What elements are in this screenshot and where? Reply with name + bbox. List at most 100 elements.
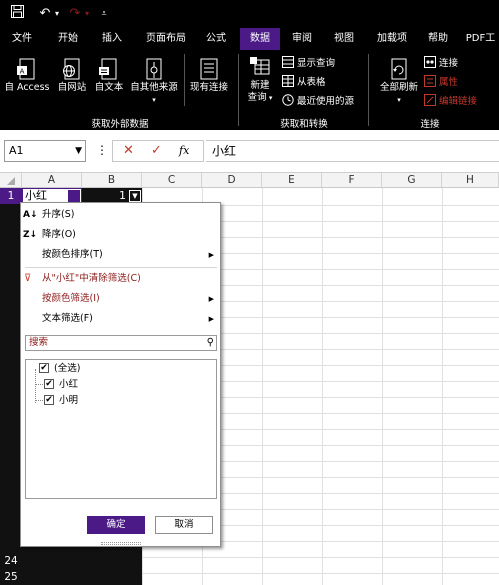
filter-dropdown-icon[interactable]: ▼ [129, 190, 141, 202]
group-label-get-transform: 获取和转换 [280, 119, 328, 130]
properties-button[interactable]: 属性 [424, 75, 458, 91]
title-bar: ↶ ▾ ↷ ▾ ⩡ [0, 0, 499, 28]
tab-review[interactable]: 审阅 [284, 28, 320, 50]
undo-dropdown-icon[interactable]: ▾ [52, 5, 62, 23]
redo-dropdown-icon[interactable]: ▾ [82, 5, 92, 23]
tab-page-layout[interactable]: 页面布局 [138, 28, 194, 50]
tab-file[interactable]: 文件 [4, 28, 40, 50]
enter-icon[interactable]: ✓ [151, 143, 162, 158]
new-query-button[interactable]: 新建 查询 ▾ [242, 56, 278, 104]
column-header[interactable]: C [142, 173, 202, 188]
name-box[interactable]: A1 ▼ [4, 140, 86, 162]
row-header[interactable]: 24 [0, 553, 22, 569]
properties-icon [424, 75, 436, 87]
from-other-sources-button[interactable]: 自其他来源 ▾ [126, 58, 182, 106]
show-queries-button[interactable]: 显示查询 [282, 56, 335, 72]
connections-button[interactable]: 连接 [424, 56, 458, 72]
tab-addins[interactable]: 加载项 [370, 28, 414, 50]
sort-asc-icon: A↓ [23, 210, 38, 220]
from-access-button[interactable]: A 自 Access [4, 58, 50, 94]
show-queries-icon [282, 56, 294, 68]
column-header[interactable]: A [22, 173, 82, 188]
checkbox-item[interactable]: ✔ [44, 395, 54, 405]
insert-function-icon[interactable]: fx [179, 144, 189, 157]
hidden-dark-cells [22, 547, 142, 585]
sort-ascending[interactable]: A↓ 升序(S) [21, 205, 220, 225]
recent-sources-button[interactable]: 最近使用的源 [282, 94, 354, 110]
from-web-button[interactable]: 自网站 [54, 58, 90, 94]
existing-connections-icon [200, 58, 218, 80]
connections-icon [424, 56, 436, 68]
checkbox-select-all[interactable]: ✔ [39, 363, 49, 373]
group-label-get-external-data: 获取外部数据 [91, 119, 149, 130]
cancel-button[interactable]: 取消 [155, 516, 213, 534]
submenu-arrow-icon: ▶ [208, 315, 214, 323]
from-table-button[interactable]: 从表格 [282, 75, 326, 91]
text-filters[interactable]: 文本筛选(F) ▶ [21, 309, 220, 329]
edit-links-button[interactable]: 编辑链接 [424, 94, 477, 110]
formula-input[interactable]: 小红 [206, 140, 499, 162]
tab-insert[interactable]: 插入 [94, 28, 130, 50]
refresh-icon [391, 58, 407, 80]
tab-home[interactable]: 开始 [50, 28, 86, 50]
edit-links-icon [424, 94, 436, 106]
column-header[interactable]: D [202, 173, 262, 188]
tab-view[interactable]: 视图 [326, 28, 362, 50]
clear-filter[interactable]: ⊽ 从"小红"中清除筛选(C) [21, 269, 220, 289]
column-header[interactable]: H [442, 173, 499, 188]
tab-pdf[interactable]: PDF工 [462, 28, 499, 50]
select-all-corner[interactable] [0, 173, 22, 188]
filter-dropdown-icon[interactable] [68, 190, 80, 202]
dropdown-arrow-icon: ▾ [397, 96, 401, 104]
tab-formulas[interactable]: 公式 [198, 28, 234, 50]
column-header[interactable]: G [382, 173, 442, 188]
column-header[interactable]: F [322, 173, 382, 188]
sort-by-color-label: 按颜色排序(T) [42, 249, 103, 260]
checkbox-item[interactable]: ✔ [44, 379, 54, 389]
column-header[interactable]: E [262, 173, 322, 188]
dropdown-arrow-icon: ▾ [266, 94, 273, 102]
ribbon-data: A 自 Access 自网站 自文本 自其他来源 ▾ 现有连接 获取外部数据 新建… [0, 50, 499, 130]
separator [184, 54, 185, 106]
row-header[interactable]: 1 [0, 188, 22, 204]
existing-connections-button[interactable]: 现有连接 [186, 58, 232, 94]
save-icon[interactable] [8, 5, 26, 23]
filter-by-color-label: 按颜色筛选(I) [42, 293, 100, 304]
tab-data[interactable]: 数据 [240, 28, 280, 50]
filter-item-select-all[interactable]: ✔ (全选) [30, 361, 210, 376]
column-header[interactable]: B [82, 173, 142, 188]
ribbon-tabs: 文件 开始 插入 页面布局 公式 数据 审阅 视图 加载项 帮助 PDF工 [0, 28, 499, 50]
filter-item-label: 小明 [59, 395, 79, 406]
sort-by-color[interactable]: 按颜色排序(T) ▶ [21, 245, 220, 265]
filter-item[interactable]: ✔ 小红 [30, 377, 210, 392]
refresh-all-button[interactable]: 全部刷新 ▾ [374, 58, 424, 106]
new-query-icon [250, 57, 270, 75]
filter-by-color[interactable]: 按颜色筛选(I) ▶ [21, 289, 220, 309]
name-box-value: A1 [9, 144, 24, 157]
from-text-button[interactable]: 自文本 [92, 58, 126, 94]
sort-descending[interactable]: Z↓ 降序(O) [21, 225, 220, 245]
group-label-connections: 连接 [420, 119, 440, 130]
filter-value-list: ✔ (全选) ✔ 小红 ✔ 小明 [25, 359, 217, 499]
formula-buttons: ✕ ✓ fx [112, 140, 204, 162]
row-header[interactable]: 25 [0, 569, 22, 585]
menu-separator [25, 267, 217, 268]
filter-item[interactable]: ✔ 小明 [30, 393, 210, 408]
filter-search-input[interactable]: 搜索 ⚲ [25, 335, 217, 351]
cancel-icon[interactable]: ✕ [123, 143, 134, 158]
sort-descending-label: 降序(O) [42, 229, 76, 240]
svg-text:A: A [20, 68, 25, 76]
dropdown-arrow-icon: ▾ [152, 96, 156, 104]
resize-grip-icon[interactable] [101, 542, 141, 545]
text-file-icon [99, 58, 117, 80]
tab-help[interactable]: 帮助 [420, 28, 456, 50]
more-options-icon[interactable]: ⋮ [96, 143, 108, 157]
chevron-down-icon[interactable]: ▼ [75, 141, 82, 161]
formula-bar: A1 ▼ ⋮ ✕ ✓ fx 小红 [0, 130, 499, 173]
ok-button[interactable]: 确定 [87, 516, 145, 534]
customize-icon[interactable]: ⩡ [98, 5, 110, 23]
autofilter-menu: A↓ 升序(S) Z↓ 降序(O) 按颜色排序(T) ▶ ⊽ 从"小红"中清除筛… [20, 202, 221, 547]
search-icon: ⚲ [206, 337, 214, 348]
clock-icon [282, 94, 294, 106]
group-separator [238, 54, 239, 126]
